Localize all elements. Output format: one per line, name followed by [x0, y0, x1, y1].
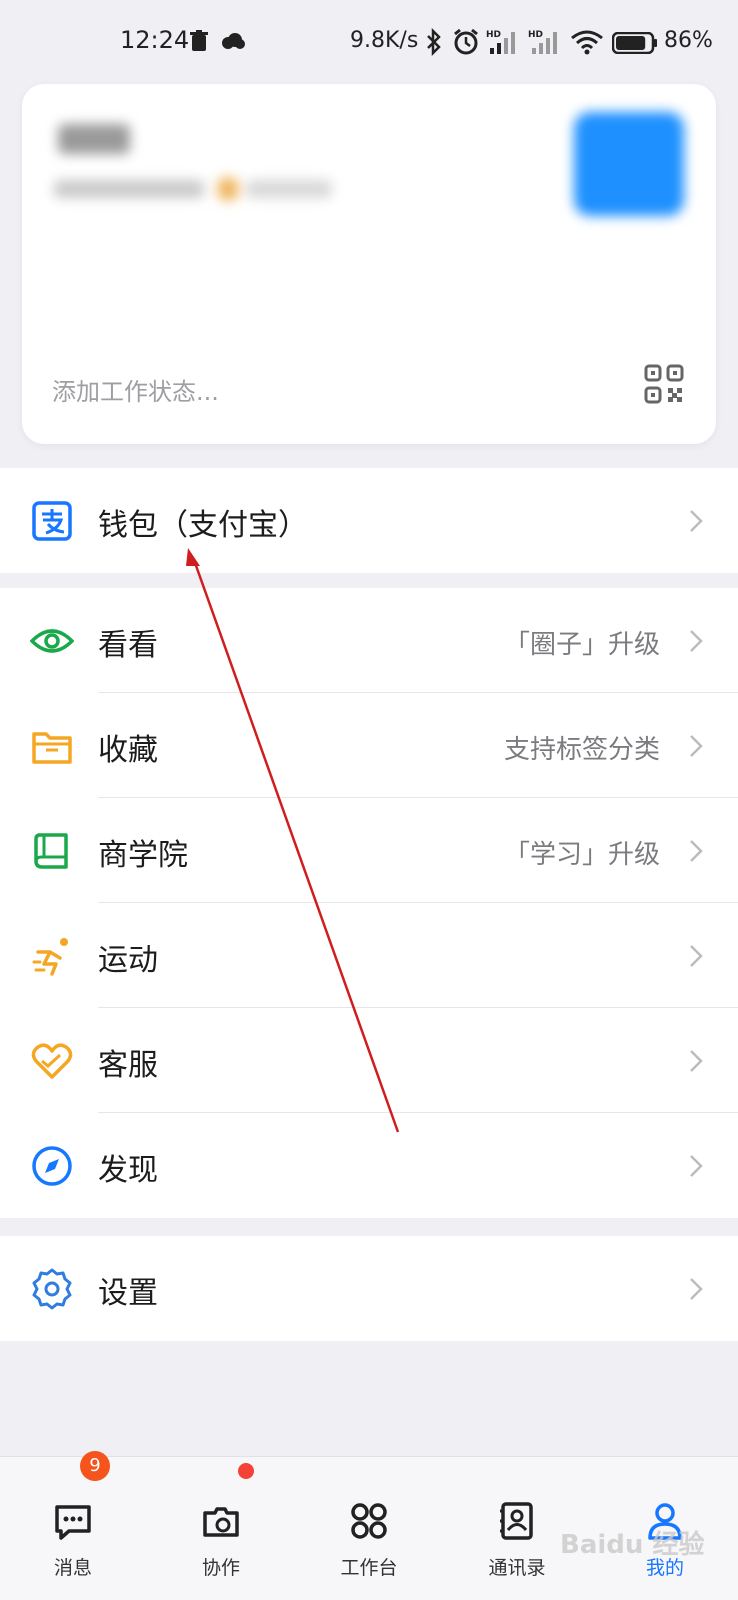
- notification-dot: [238, 1463, 254, 1479]
- nav-contacts[interactable]: 通讯录: [462, 1501, 572, 1591]
- blurred-badge: [218, 178, 238, 200]
- chevron-right-icon: [690, 735, 703, 757]
- svg-text:HD: HD: [528, 30, 543, 40]
- network-speed: 9.8K/s: [350, 28, 419, 53]
- heart-icon: [31, 1043, 73, 1079]
- menu-item-label: 收藏: [98, 733, 158, 768]
- menu-item-wallet[interactable]: 钱包（支付宝）: [0, 468, 738, 573]
- chevron-right-icon: [690, 510, 703, 532]
- main-menu-group: 看看 「圈子」升级 收藏 支持标签分类 商学院 「学习」升级 运动 客服 发现: [0, 588, 738, 1218]
- menu-item-settings[interactable]: 设置: [0, 1236, 738, 1341]
- menu-item-hint: 「圈子」升级: [503, 630, 660, 660]
- book-icon: [34, 833, 68, 869]
- menu-item-label: 发现: [98, 1153, 158, 1188]
- blurred-profile-info: [22, 84, 716, 254]
- menu-item-label: 客服: [98, 1048, 158, 1083]
- chevron-right-icon: [690, 945, 703, 967]
- cloud-icon: [222, 33, 245, 49]
- wifi-icon: [571, 30, 603, 55]
- unread-badge: 9: [80, 1451, 110, 1481]
- menu-item-label: 钱包（支付宝）: [98, 508, 308, 543]
- menu-item-label: 设置: [98, 1276, 158, 1311]
- avatar: [574, 112, 684, 216]
- compass-icon: [32, 1146, 72, 1186]
- nav-collab[interactable]: 协作: [166, 1501, 276, 1591]
- settings-group: 设置: [0, 1236, 738, 1341]
- nav-label: 工作台: [340, 1557, 398, 1579]
- svg-text:HD: HD: [486, 30, 501, 40]
- qr-code-icon[interactable]: [644, 364, 684, 404]
- gear-icon: [32, 1268, 72, 1310]
- nav-label: 通讯录: [488, 1557, 546, 1579]
- watermark: Baidu 经验: [560, 1530, 705, 1560]
- message-icon: [55, 1505, 91, 1540]
- menu-item-label: 商学院: [98, 838, 188, 873]
- menu-item-label: 运动: [98, 943, 158, 978]
- menu-item-hint: 「学习」升级: [503, 840, 660, 870]
- contacts-icon: [500, 1502, 533, 1540]
- alipay-icon: [32, 501, 72, 541]
- chevron-right-icon: [690, 1050, 703, 1072]
- running-icon: [32, 938, 68, 976]
- profile-card[interactable]: 添加工作状态...: [22, 84, 716, 444]
- nav-messages[interactable]: 消息: [18, 1501, 128, 1591]
- battery-percent: 86%: [664, 28, 713, 53]
- signal-icon: HD: [528, 30, 557, 54]
- status-bar: 12:24 9.8K/s HD HD 86%: [0, 0, 738, 84]
- menu-item-customer-service[interactable]: 客服: [0, 1008, 738, 1113]
- signal-icon: HD: [486, 30, 515, 54]
- status-time: 12:24: [120, 26, 190, 54]
- blurred-title: [246, 180, 332, 198]
- work-status-input[interactable]: 添加工作状态...: [52, 372, 219, 407]
- blurred-org: [54, 180, 204, 198]
- eye-icon: [30, 629, 74, 653]
- trash-icon: [190, 30, 208, 51]
- chevron-right-icon: [690, 840, 703, 862]
- blurred-name: [58, 124, 130, 154]
- alarm-icon: [454, 28, 478, 55]
- menu-item-kankan[interactable]: 看看 「圈子」升级: [0, 588, 738, 693]
- chevron-right-icon: [690, 630, 703, 652]
- menu-item-hint: 支持标签分类: [503, 735, 660, 765]
- nav-label: 消息: [53, 1557, 92, 1579]
- folder-icon: [32, 732, 72, 764]
- menu-item-favorites[interactable]: 收藏 支持标签分类: [0, 693, 738, 798]
- nav-workbench[interactable]: 工作台: [314, 1501, 424, 1591]
- menu-item-discover[interactable]: 发现: [0, 1113, 738, 1218]
- nav-label: 协作: [201, 1557, 240, 1579]
- menu-item-label: 看看: [98, 628, 158, 663]
- bluetooth-icon: [427, 28, 441, 56]
- menu-item-business-school[interactable]: 商学院 「学习」升级: [0, 798, 738, 903]
- workbench-icon: [351, 1503, 387, 1539]
- chevron-right-icon: [690, 1278, 703, 1300]
- wallet-group: 钱包（支付宝）: [0, 468, 738, 573]
- collab-icon: [203, 1507, 239, 1537]
- battery-icon: [612, 32, 657, 54]
- menu-item-sports[interactable]: 运动: [0, 903, 738, 1008]
- chevron-right-icon: [690, 1155, 703, 1177]
